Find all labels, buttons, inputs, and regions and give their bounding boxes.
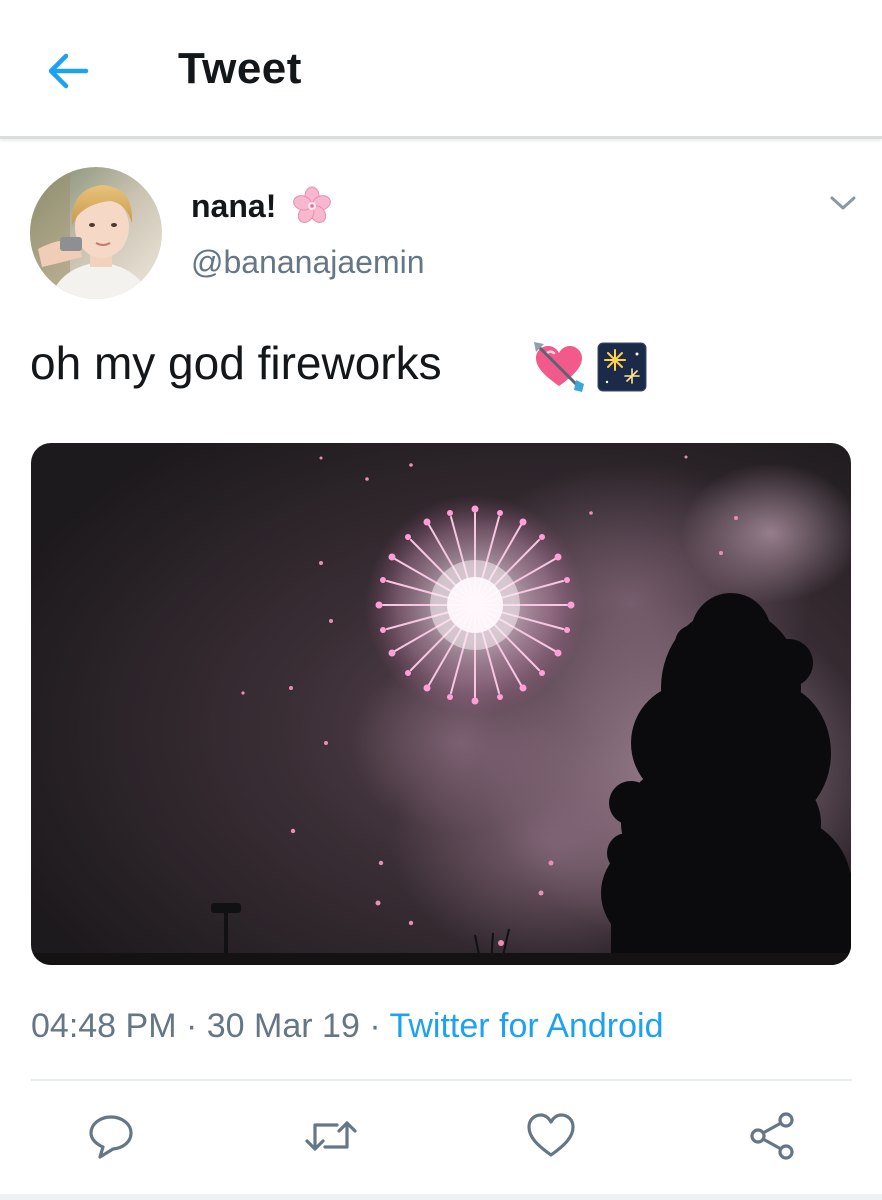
retweet-button[interactable] — [303, 1108, 359, 1164]
fireworks-icon — [597, 342, 647, 392]
tweet-source-link[interactable]: Twitter for Android — [389, 1007, 663, 1045]
meta-separator: · — [185, 1007, 198, 1045]
heart-with-arrow-icon — [532, 340, 586, 394]
reply-button[interactable] — [83, 1108, 139, 1164]
chevron-down-icon — [830, 196, 856, 210]
share-icon — [750, 1112, 794, 1160]
tweet-meta: 04:48 PM · 30 Mar 19 · Twitter for Andro… — [31, 1007, 664, 1046]
author-display-name[interactable]: nana! — [191, 188, 276, 225]
reply-icon — [89, 1115, 133, 1159]
tweet-detail-page: Tweet nana! @bananajaemin oh my god fire… — [0, 0, 882, 1200]
meta-separator: · — [369, 1007, 381, 1045]
top-bar: Tweet — [0, 0, 882, 139]
avatar[interactable] — [30, 167, 162, 299]
tweet-text: oh my god fireworks — [30, 337, 442, 389]
tweet-time: 04:48 PM — [31, 1007, 177, 1045]
cherry-blossom-icon — [292, 186, 332, 226]
bottom-divider — [0, 1194, 882, 1200]
share-button[interactable] — [744, 1108, 800, 1164]
tweet-date: 30 Mar 19 — [206, 1007, 360, 1045]
retweet-icon — [305, 1121, 357, 1151]
divider — [31, 1079, 852, 1081]
page-title: Tweet — [178, 44, 302, 93]
back-button[interactable] — [40, 46, 96, 96]
heart-icon — [527, 1113, 575, 1157]
arrow-left-icon — [48, 53, 89, 89]
more-options-button[interactable] — [826, 188, 860, 218]
author-handle[interactable]: @bananajaemin — [191, 244, 425, 281]
tweet-photo[interactable] — [31, 443, 851, 965]
like-button[interactable] — [523, 1108, 579, 1164]
